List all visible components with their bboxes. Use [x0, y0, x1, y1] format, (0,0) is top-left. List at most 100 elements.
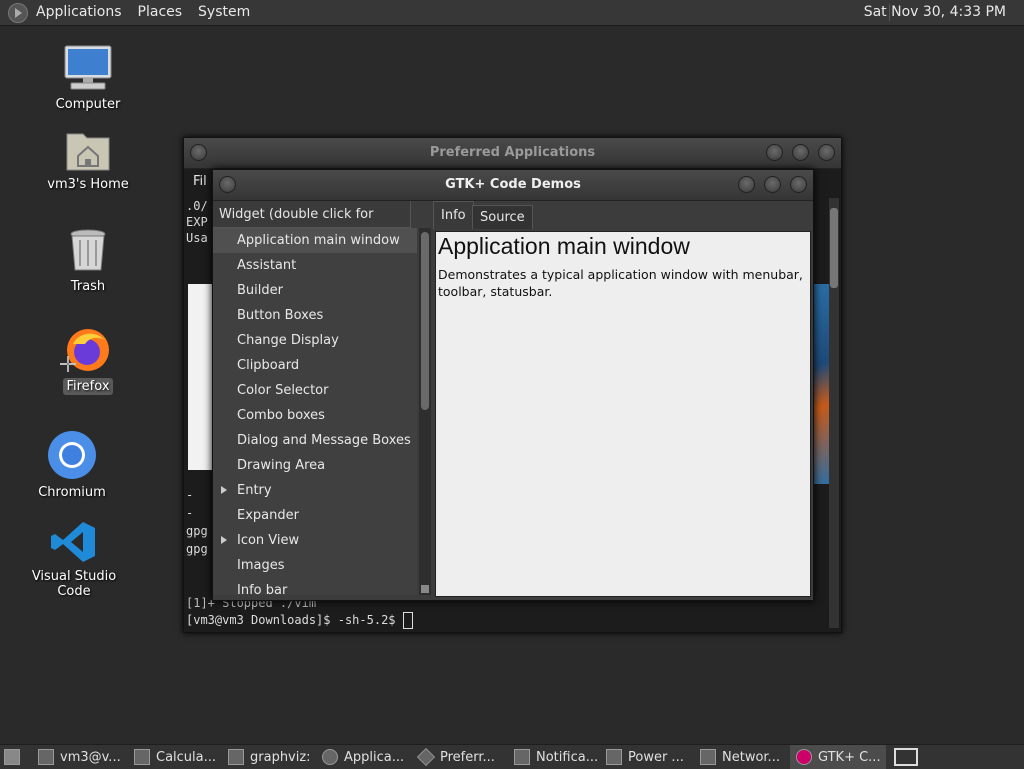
- menu-applications[interactable]: Applications: [28, 0, 130, 25]
- task-label: vm3@v...: [60, 749, 121, 765]
- maximize-button[interactable]: [792, 144, 809, 161]
- task-label: Networ...: [722, 749, 780, 765]
- list-item[interactable]: Drawing Area: [213, 453, 417, 478]
- terminal-output: .0/ EXP Usa: [186, 198, 208, 246]
- list-item[interactable]: Icon View: [213, 528, 417, 553]
- list-item[interactable]: Clipboard: [213, 353, 417, 378]
- widget-list-header[interactable]: Widget (double click for demo): [213, 201, 411, 249]
- terminal-icon: [38, 749, 54, 765]
- prompt-text: [vm3@vm3 Downloads]$ -sh-5.2$: [186, 613, 403, 627]
- notification-icon: [514, 749, 530, 765]
- list-item[interactable]: Change Display: [213, 328, 417, 353]
- tab-info[interactable]: Info: [433, 201, 474, 229]
- computer-icon: [64, 45, 112, 90]
- show-desktop-launcher[interactable]: [0, 745, 32, 769]
- menu-places[interactable]: Places: [130, 0, 191, 25]
- list-item-label: Drawing Area: [237, 458, 326, 473]
- minimize-button[interactable]: [738, 176, 755, 193]
- scrollbar-thumb[interactable]: [421, 232, 429, 410]
- scrollbar-thumb[interactable]: [830, 208, 838, 288]
- list-item[interactable]: Application main window: [213, 228, 417, 253]
- close-button[interactable]: [818, 144, 835, 161]
- gtk-code-demos-window[interactable]: GTK+ Code Demos Widget (double click for…: [212, 169, 814, 601]
- list-item[interactable]: Assistant: [213, 253, 417, 278]
- vscode-icon: [51, 522, 95, 562]
- application-icon: [322, 749, 338, 765]
- desktop-icon-firefox[interactable]: Firefox: [33, 326, 143, 395]
- taskbar: vm3@v... Calcula... graphviz: Applica...…: [0, 744, 1024, 769]
- window-title: GTK+ Code Demos: [445, 177, 581, 192]
- list-item[interactable]: Info bar: [213, 578, 417, 595]
- window-titlebar[interactable]: GTK+ Code Demos: [213, 170, 813, 201]
- task-notifications[interactable]: Notifica...: [508, 745, 600, 769]
- list-item-label: Info bar: [237, 583, 288, 595]
- terminal-scrollbar[interactable]: [829, 198, 839, 628]
- list-item-label: Change Display: [237, 333, 339, 348]
- list-item[interactable]: Button Boxes: [213, 303, 417, 328]
- chromium-icon: [48, 431, 96, 479]
- maximize-button[interactable]: [764, 176, 781, 193]
- desktop-icon-label: Trash: [70, 279, 106, 294]
- info-description: Demonstrates a typical application windo…: [438, 267, 803, 299]
- menu-file-fragment[interactable]: Fil: [193, 174, 207, 189]
- task-label: graphviz:: [250, 749, 311, 765]
- task-label: Applica...: [344, 749, 405, 765]
- desktop-icon-trash[interactable]: Trash: [33, 228, 143, 295]
- clock[interactable]: Sat Nov 30, 4:33 PM: [864, 0, 1006, 25]
- workspace-switcher-icon[interactable]: [894, 748, 918, 766]
- list-item[interactable]: Dialog and Message Boxes: [213, 428, 417, 453]
- window-menu-button[interactable]: [219, 176, 236, 193]
- widget-tree[interactable]: Application main window Assistant Builde…: [213, 228, 417, 595]
- minimize-button[interactable]: [766, 144, 783, 161]
- list-item-label: Application main window: [237, 233, 400, 248]
- list-item[interactable]: Builder: [213, 278, 417, 303]
- terminal-line: -: [186, 506, 194, 520]
- desktop-icon-vscode[interactable]: Visual Studio Code: [19, 520, 129, 600]
- home-folder-icon: [66, 133, 110, 171]
- list-item[interactable]: Color Selector: [213, 378, 417, 403]
- expander-arrow-icon[interactable]: [221, 486, 227, 494]
- task-applications[interactable]: Applica...: [316, 745, 412, 769]
- task-network[interactable]: Networ...: [694, 745, 790, 769]
- list-item[interactable]: Combo boxes: [213, 403, 417, 428]
- distro-logo-icon[interactable]: [8, 2, 28, 23]
- expander-arrow-icon[interactable]: [221, 536, 227, 544]
- list-item[interactable]: Expander: [213, 503, 417, 528]
- desktop-icon-chromium[interactable]: Chromium: [17, 430, 127, 501]
- crosshair-cursor-icon: [60, 356, 76, 372]
- terminal-prompt[interactable]: [vm3@vm3 Downloads]$ -sh-5.2$: [186, 612, 413, 629]
- list-item-label: Clipboard: [237, 358, 300, 373]
- task-preferred-applications[interactable]: Preferr...: [412, 745, 508, 769]
- top-panel: Applications Places System Sat Nov 30, 4…: [0, 0, 1024, 26]
- list-item-label: Expander: [237, 508, 299, 523]
- window-titlebar[interactable]: Preferred Applications: [184, 138, 841, 169]
- task-power[interactable]: Power ...: [600, 745, 694, 769]
- gtk-icon: [796, 749, 812, 765]
- terminal-output-lower: - - gpg gpg: [186, 486, 208, 558]
- network-icon: [700, 749, 716, 765]
- desktop-icon-computer[interactable]: Computer: [33, 44, 143, 113]
- close-button[interactable]: [790, 176, 807, 193]
- task-gtk-demos[interactable]: GTK+ C...: [790, 745, 886, 769]
- list-item-label: Dialog and Message Boxes: [237, 433, 411, 448]
- list-item[interactable]: Entry: [213, 478, 417, 503]
- info-title: Application main window: [438, 233, 690, 259]
- desktop-icon-label: vm3's Home: [47, 177, 129, 192]
- list-item[interactable]: Images: [213, 553, 417, 578]
- window-menu-button[interactable]: [190, 144, 207, 161]
- list-item-label: Button Boxes: [237, 308, 324, 323]
- task-graphviz[interactable]: graphviz:: [222, 745, 316, 769]
- desktop-icon-label: Visual Studio Code: [31, 569, 117, 599]
- task-calculator[interactable]: Calcula...: [128, 745, 222, 769]
- tree-scrollbar[interactable]: [419, 228, 431, 595]
- calculator-icon: [134, 749, 150, 765]
- task-terminal[interactable]: vm3@v...: [32, 745, 128, 769]
- desktop-icon-label: Chromium: [38, 485, 106, 500]
- dialog-edge: [188, 284, 212, 470]
- tab-source[interactable]: Source: [472, 205, 533, 229]
- menu-system[interactable]: System: [190, 0, 258, 25]
- scroll-down-arrow-icon[interactable]: [421, 585, 429, 593]
- list-item-label: Entry: [237, 483, 272, 498]
- desktop-icon-home[interactable]: vm3's Home: [33, 128, 143, 193]
- preferences-icon: [416, 747, 436, 767]
